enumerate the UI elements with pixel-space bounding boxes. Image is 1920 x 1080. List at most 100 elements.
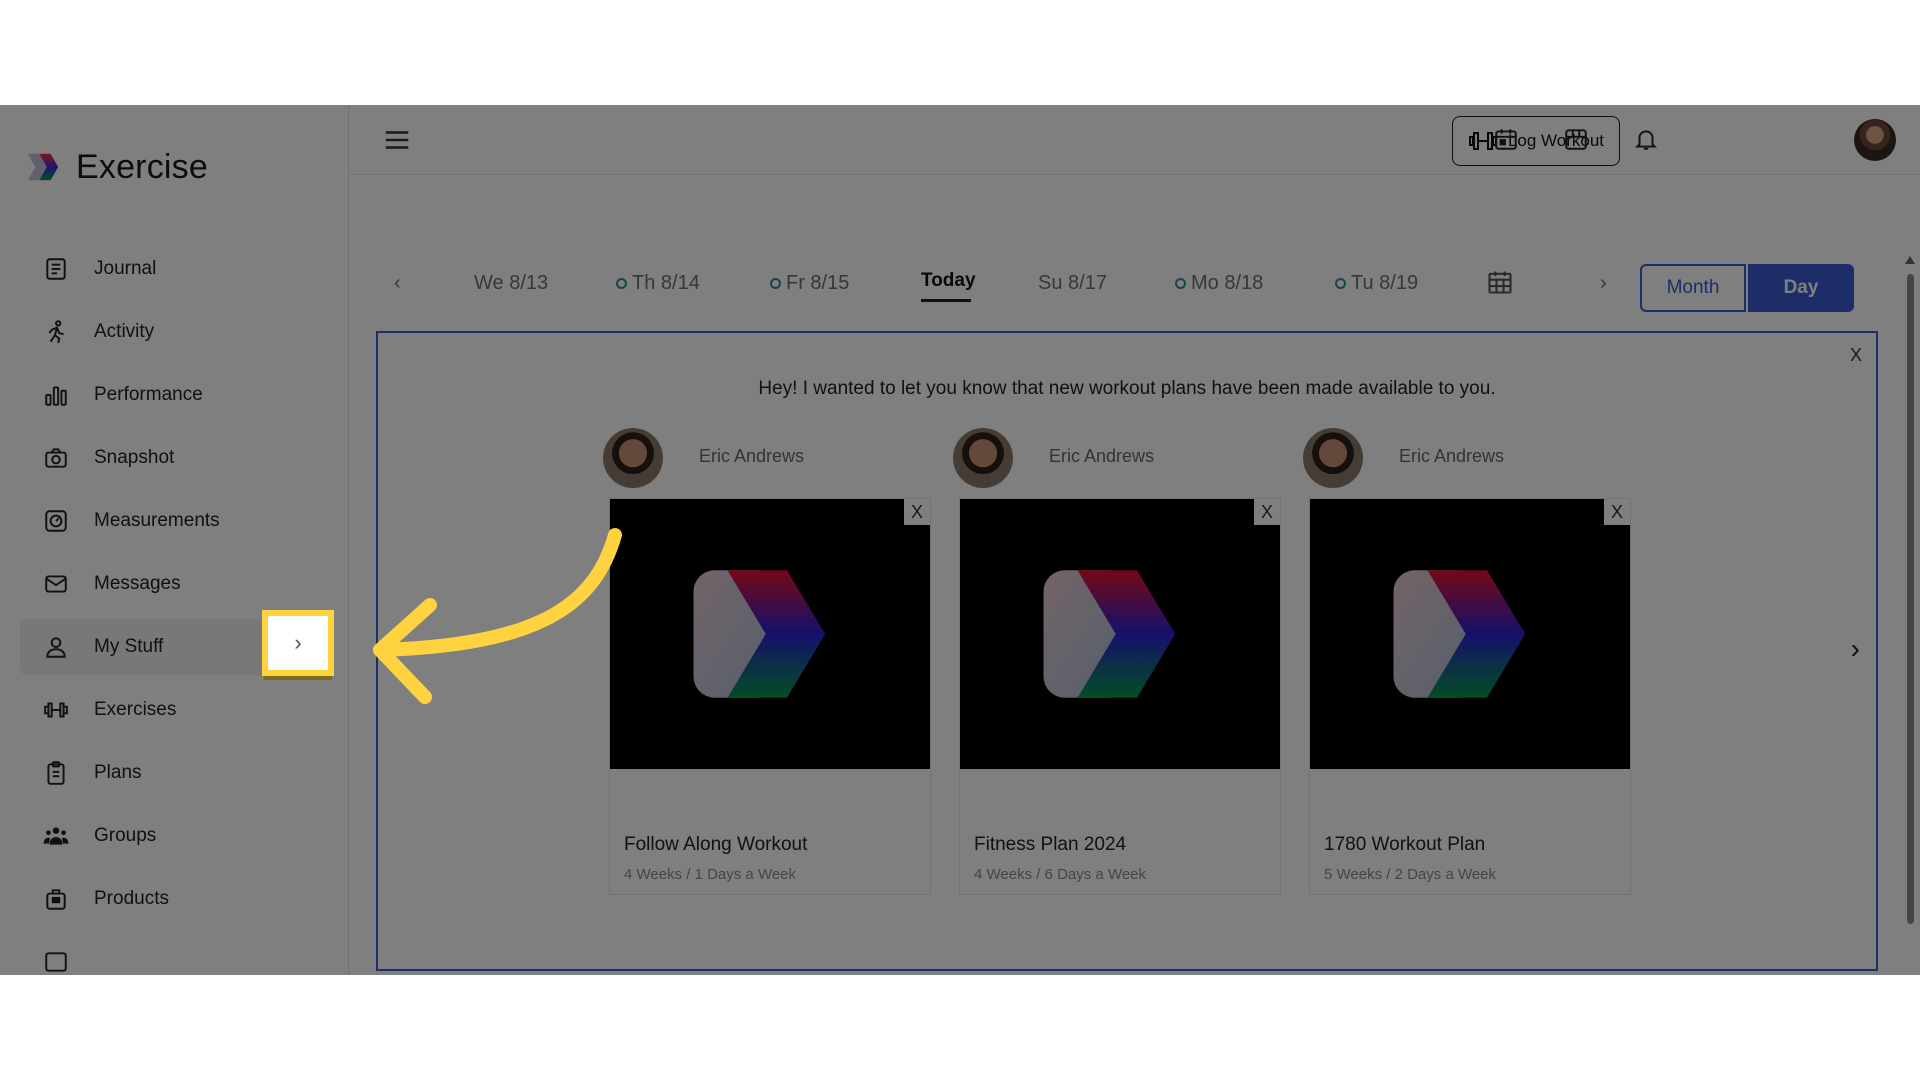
coach-avatar bbox=[953, 428, 1013, 488]
calendar-picker-icon[interactable] bbox=[1486, 268, 1514, 296]
dumbbell-icon bbox=[42, 696, 70, 724]
sidebar-item-products[interactable]: Products bbox=[20, 871, 332, 927]
chevron-right-icon: › bbox=[294, 630, 301, 656]
journal-icon bbox=[42, 255, 70, 283]
sidebar-item-label: Products bbox=[94, 888, 169, 910]
coach-avatar bbox=[1303, 428, 1363, 488]
date-item-today[interactable]: Today bbox=[921, 270, 976, 292]
sidebar-item-label: Snapshot bbox=[94, 447, 174, 469]
calendar-icon[interactable] bbox=[1490, 123, 1522, 155]
sidebar-nav: Journal Activity Performance Snapshot Me… bbox=[20, 241, 332, 975]
date-item[interactable]: Th 8/14 bbox=[616, 272, 700, 295]
sidebar-item-label: My Stuff bbox=[94, 636, 163, 658]
date-label: Mo 8/18 bbox=[1191, 272, 1263, 295]
date-label: Su 8/17 bbox=[1038, 272, 1107, 295]
highlighted-expand-button[interactable]: › bbox=[262, 610, 334, 676]
products-icon bbox=[42, 885, 70, 913]
user-icon bbox=[42, 633, 70, 661]
date-label: Tu 8/19 bbox=[1351, 272, 1418, 295]
sidebar-item-label: Journal bbox=[94, 258, 156, 280]
plan-card-close-button[interactable]: X bbox=[1604, 499, 1630, 525]
user-avatar[interactable] bbox=[1854, 119, 1896, 161]
plan-image: X bbox=[1310, 499, 1630, 769]
coach-name: Eric Andrews bbox=[1399, 446, 1504, 467]
list-icon bbox=[42, 948, 70, 975]
brand[interactable]: Exercise bbox=[24, 145, 208, 189]
plan-duration: 4 Weeks / 1 Days a Week bbox=[624, 866, 796, 883]
coach-avatar bbox=[603, 428, 663, 488]
carousel-next-chevron-icon[interactable]: › bbox=[1851, 633, 1860, 665]
brand-logo-icon bbox=[1385, 549, 1555, 719]
sidebar-item-journal[interactable]: Journal bbox=[20, 241, 332, 297]
date-item[interactable]: Mo 8/18 bbox=[1175, 272, 1263, 295]
sidebar-item-activity[interactable]: Activity bbox=[20, 304, 332, 360]
month-view-button[interactable]: Month bbox=[1640, 264, 1746, 312]
plan-title: Follow Along Workout bbox=[624, 834, 807, 856]
plan-duration: 4 Weeks / 6 Days a Week bbox=[974, 866, 1146, 883]
bell-icon[interactable] bbox=[1630, 123, 1662, 155]
date-label: Fr 8/15 bbox=[786, 272, 849, 295]
panel-close-button[interactable]: X bbox=[1850, 345, 1862, 366]
store-icon[interactable] bbox=[1560, 123, 1592, 155]
plan-image: X bbox=[610, 499, 930, 769]
brand-logo-icon bbox=[685, 549, 855, 719]
tutorial-arrow-icon bbox=[370, 515, 630, 715]
sidebar-item-exercises[interactable]: Exercises bbox=[20, 682, 332, 738]
sidebar-item-plans[interactable]: Plans bbox=[20, 745, 332, 801]
performance-icon bbox=[42, 381, 70, 409]
date-item[interactable]: Su 8/17 bbox=[1038, 272, 1107, 295]
hamburger-menu-icon[interactable] bbox=[382, 125, 412, 155]
sidebar-item-label: Groups bbox=[94, 825, 156, 847]
plan-card-box[interactable]: X Follow Along Workout 4 Weeks / 1 Days … bbox=[609, 498, 931, 895]
status-dot-icon bbox=[770, 278, 781, 289]
date-label: Today bbox=[921, 270, 976, 292]
scroll-up-arrow-icon[interactable] bbox=[1905, 256, 1915, 264]
plan-duration: 5 Weeks / 2 Days a Week bbox=[1324, 866, 1496, 883]
sidebar-item-label: Activity bbox=[94, 321, 154, 343]
plan-card-box[interactable]: X Fitness Plan 2024 4 Weeks / 6 Days a W… bbox=[959, 498, 1281, 895]
plan-card-close-button[interactable]: X bbox=[1254, 499, 1280, 525]
sidebar-item-messages[interactable]: Messages bbox=[20, 556, 332, 612]
camera-icon bbox=[42, 444, 70, 472]
scrollbar[interactable] bbox=[1904, 256, 1916, 975]
plan-card-close-button[interactable]: X bbox=[904, 499, 930, 525]
sidebar-item-label: Measurements bbox=[94, 510, 220, 532]
next-date-chevron-icon[interactable]: › bbox=[1600, 272, 1607, 295]
sidebar-item-label: Performance bbox=[94, 384, 203, 406]
today-underline bbox=[921, 299, 971, 302]
sidebar-item-snapshot[interactable]: Snapshot bbox=[20, 430, 332, 486]
activity-icon bbox=[42, 318, 70, 346]
plan-title: Fitness Plan 2024 bbox=[974, 834, 1126, 856]
date-item[interactable]: We 8/13 bbox=[474, 272, 548, 295]
sidebar-item-groups[interactable]: Groups bbox=[20, 808, 332, 864]
coach-name: Eric Andrews bbox=[1049, 446, 1154, 467]
log-workout-button[interactable]: Log Workout bbox=[1452, 116, 1620, 166]
day-view-button[interactable]: Day bbox=[1748, 264, 1854, 312]
brand-logo-icon bbox=[24, 148, 62, 186]
sidebar-item-performance[interactable]: Performance bbox=[20, 367, 332, 423]
brand-logo-icon bbox=[1035, 549, 1205, 719]
sidebar-item-label: Plans bbox=[94, 762, 142, 784]
plan-card-box[interactable]: X 1780 Workout Plan 5 Weeks / 2 Days a W… bbox=[1309, 498, 1631, 895]
brand-name: Exercise bbox=[76, 148, 208, 187]
measurements-icon bbox=[42, 507, 70, 535]
sidebar-item-label: Exercises bbox=[94, 699, 176, 721]
date-item[interactable]: Fr 8/15 bbox=[770, 272, 849, 295]
coach-name: Eric Andrews bbox=[699, 446, 804, 467]
plan-image: X bbox=[960, 499, 1280, 769]
top-header: Log Workout bbox=[350, 105, 1920, 175]
clipboard-icon bbox=[42, 759, 70, 787]
sidebar-item-partial[interactable] bbox=[20, 934, 332, 975]
scrollbar-thumb[interactable] bbox=[1907, 274, 1914, 924]
groups-icon bbox=[42, 822, 70, 850]
app-window: Exercise Journal Activity Performance Sn… bbox=[0, 105, 1920, 975]
date-label: We 8/13 bbox=[474, 272, 548, 295]
panel-message: Hey! I wanted to let you know that new w… bbox=[378, 378, 1876, 400]
prev-date-chevron-icon[interactable]: ‹ bbox=[394, 272, 401, 295]
status-dot-icon bbox=[616, 278, 627, 289]
sidebar-item-measurements[interactable]: Measurements bbox=[20, 493, 332, 549]
sidebar-item-label: Messages bbox=[94, 573, 181, 595]
date-item[interactable]: Tu 8/19 bbox=[1335, 272, 1418, 295]
status-dot-icon bbox=[1335, 278, 1346, 289]
mail-icon bbox=[42, 570, 70, 598]
